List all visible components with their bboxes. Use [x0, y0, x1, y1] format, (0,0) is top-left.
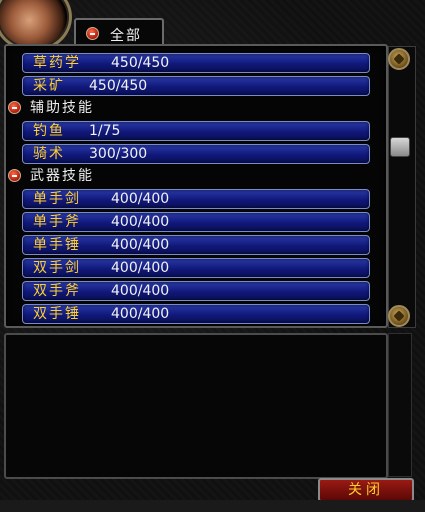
skill-row-one-hand-axe[interactable]: 单手斧 400/400 [22, 212, 370, 232]
skill-value: 400/400 [111, 191, 170, 207]
skill-row-two-hand-sword[interactable]: 双手剑 400/400 [22, 258, 370, 278]
skills-window: 全部 草药学 450/450 采矿 450/450 辅助技能 钓鱼 1/75 骑… [0, 0, 425, 512]
category-label: 辅助技能 [30, 100, 94, 116]
skill-name: 骑术 [33, 146, 65, 162]
skill-row-two-hand-axe[interactable]: 双手斧 400/400 [22, 281, 370, 301]
collapse-icon[interactable] [8, 101, 21, 114]
skill-name: 钓鱼 [33, 123, 65, 139]
close-button[interactable]: 关闭 [318, 478, 414, 502]
skill-row-herbalism[interactable]: 草药学 450/450 [22, 53, 370, 73]
skill-row-fishing[interactable]: 钓鱼 1/75 [22, 121, 370, 141]
scroll-up-icon[interactable] [388, 48, 410, 70]
skill-row-one-hand-mace[interactable]: 单手锤 400/400 [22, 235, 370, 255]
skill-name: 双手斧 [33, 283, 81, 299]
skill-row-two-hand-mace[interactable]: 双手锤 400/400 [22, 304, 370, 324]
skill-row-one-hand-sword[interactable]: 单手剑 400/400 [22, 189, 370, 209]
collapse-icon[interactable] [8, 169, 21, 182]
skill-value: 400/400 [111, 237, 170, 253]
skill-value: 1/75 [89, 123, 121, 139]
skill-value: 300/300 [89, 146, 148, 162]
skill-value: 400/400 [111, 214, 170, 230]
scroll-thumb[interactable] [390, 137, 410, 157]
skill-detail-panel [4, 333, 388, 479]
skill-name: 单手锤 [33, 237, 81, 253]
skill-row-mining[interactable]: 采矿 450/450 [22, 76, 370, 96]
skill-name: 单手斧 [33, 214, 81, 230]
bottom-strip [0, 500, 425, 512]
skill-value: 450/450 [89, 78, 148, 94]
skill-name: 双手剑 [33, 260, 81, 276]
detail-scrollbar[interactable] [388, 333, 412, 477]
skill-name: 采矿 [33, 78, 65, 94]
collapse-all-icon[interactable] [86, 27, 99, 40]
skill-value: 450/450 [111, 55, 170, 71]
skill-value: 400/400 [111, 260, 170, 276]
skill-list-scrollbar[interactable] [388, 46, 416, 328]
skill-name: 双手锤 [33, 306, 81, 322]
skill-row-riding[interactable]: 骑术 300/300 [22, 144, 370, 164]
skill-value: 400/400 [111, 306, 170, 322]
tab-all-label: 全部 [110, 28, 142, 44]
scroll-down-icon[interactable] [388, 305, 410, 327]
skill-name: 单手剑 [33, 191, 81, 207]
category-label: 武器技能 [30, 168, 94, 184]
skill-name: 草药学 [33, 55, 81, 71]
skill-value: 400/400 [111, 283, 170, 299]
